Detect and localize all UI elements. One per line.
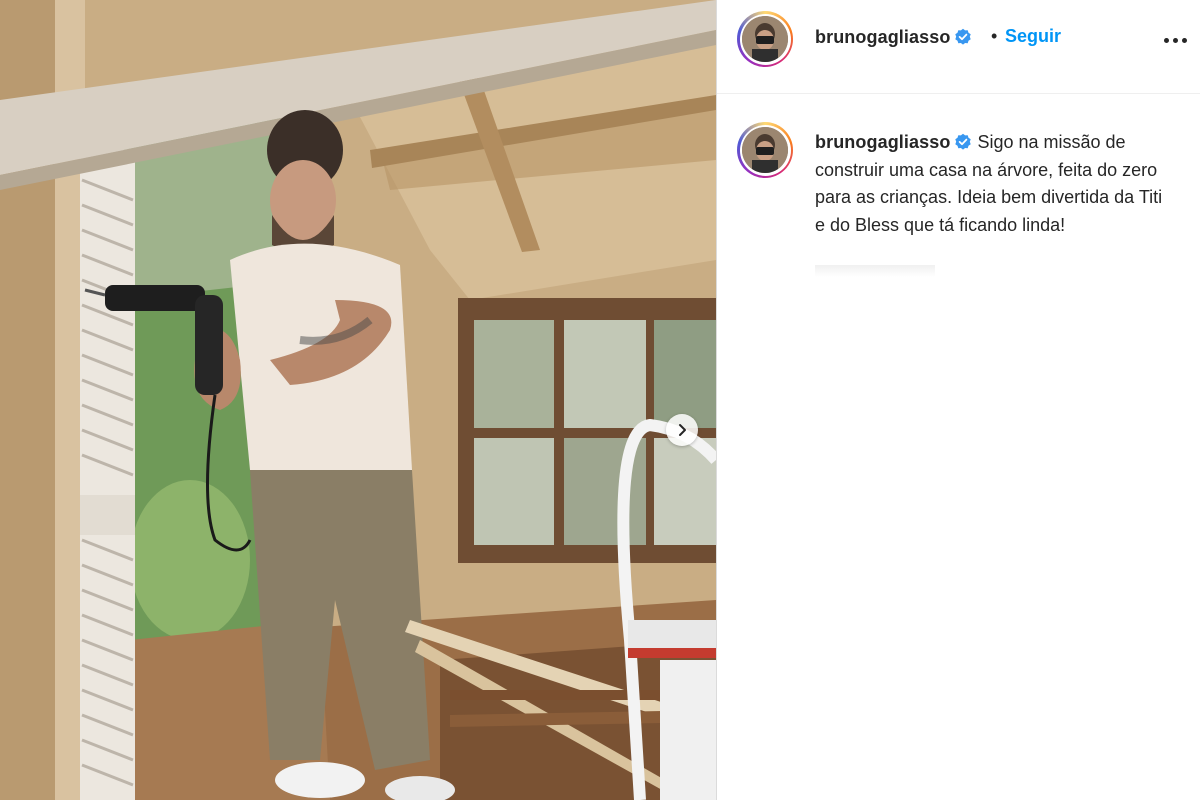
post-header: brunogagliasso • Seguir <box>717 0 1200 94</box>
follow-button[interactable]: Seguir <box>1005 26 1061 47</box>
photo-scene <box>0 0 716 800</box>
post-photo[interactable] <box>0 0 716 800</box>
verified-badge-icon <box>955 133 972 150</box>
separator-dot: • <box>991 26 998 46</box>
author-username[interactable]: brunogagliasso <box>815 27 972 48</box>
carousel-next-button[interactable] <box>666 414 698 446</box>
avatar-photo <box>742 127 788 173</box>
post-caption: brunogagliasso Sigo na missão de constru… <box>815 129 1175 239</box>
caption-overflow-fade <box>815 265 935 277</box>
author-avatar[interactable] <box>737 11 793 67</box>
instagram-post-window: brunogagliasso • Seguir brunogagliasso S… <box>0 0 1200 800</box>
chevron-right-icon <box>679 424 686 436</box>
more-options-icon[interactable] <box>1161 26 1189 54</box>
post-side-panel: brunogagliasso • Seguir brunogagliasso S… <box>716 0 1200 800</box>
avatar-photo <box>742 16 788 62</box>
caption-username[interactable]: brunogagliasso <box>815 132 950 152</box>
verified-badge-icon <box>955 28 972 45</box>
caption-author-avatar[interactable] <box>737 122 793 178</box>
